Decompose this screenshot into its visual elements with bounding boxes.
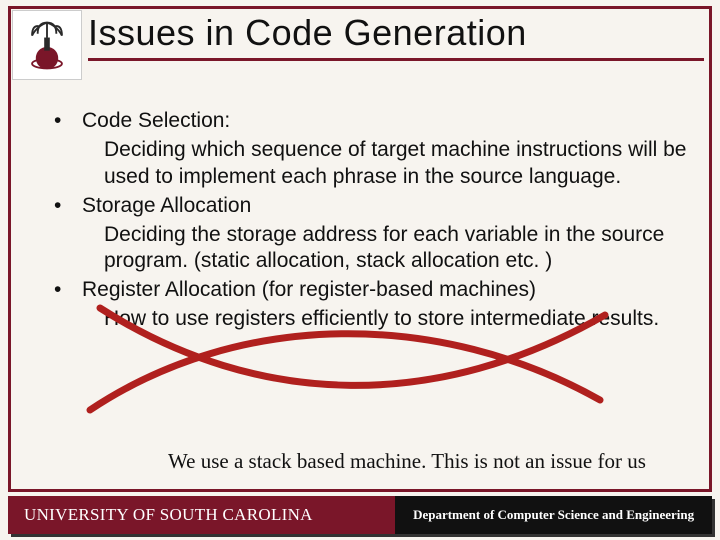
bullet-marker: • [48, 193, 82, 220]
bullet-item: • Storage Allocation [48, 193, 690, 220]
bullet-item: • Code Selection: [48, 108, 690, 135]
footer-right-text: Department of Computer Science and Engin… [395, 496, 712, 534]
bullet-body: Deciding which sequence of target machin… [104, 137, 690, 191]
footer-right: Department of Computer Science and Engin… [395, 496, 712, 534]
bullet-marker: • [48, 277, 82, 304]
seal-icon [19, 17, 75, 73]
bullet-body: How to use registers efficiently to stor… [104, 306, 690, 333]
footer-left-text: UNIVERSITY OF SOUTH CAROLINA [8, 496, 395, 534]
footer-left: UNIVERSITY OF SOUTH CAROLINA [8, 496, 395, 534]
content-area: • Code Selection: Deciding which sequenc… [48, 108, 690, 335]
page-title: Issues in Code Generation [88, 12, 704, 54]
university-seal-logo [12, 10, 82, 80]
bullet-head: Code Selection: [82, 108, 690, 135]
bullet-body: Deciding the storage address for each va… [104, 222, 690, 276]
title-bar: Issues in Code Generation [88, 12, 704, 61]
bullet-marker: • [48, 108, 82, 135]
bullet-head: Storage Allocation [82, 193, 690, 220]
bullet-item: • Register Allocation (for register-base… [48, 277, 690, 304]
bullet-head: Register Allocation (for register-based … [82, 277, 690, 304]
footer: UNIVERSITY OF SOUTH CAROLINA Department … [8, 496, 712, 534]
annotation-note: We use a stack based machine. This is no… [168, 448, 646, 475]
slide: Issues in Code Generation • Code Selecti… [0, 0, 720, 540]
